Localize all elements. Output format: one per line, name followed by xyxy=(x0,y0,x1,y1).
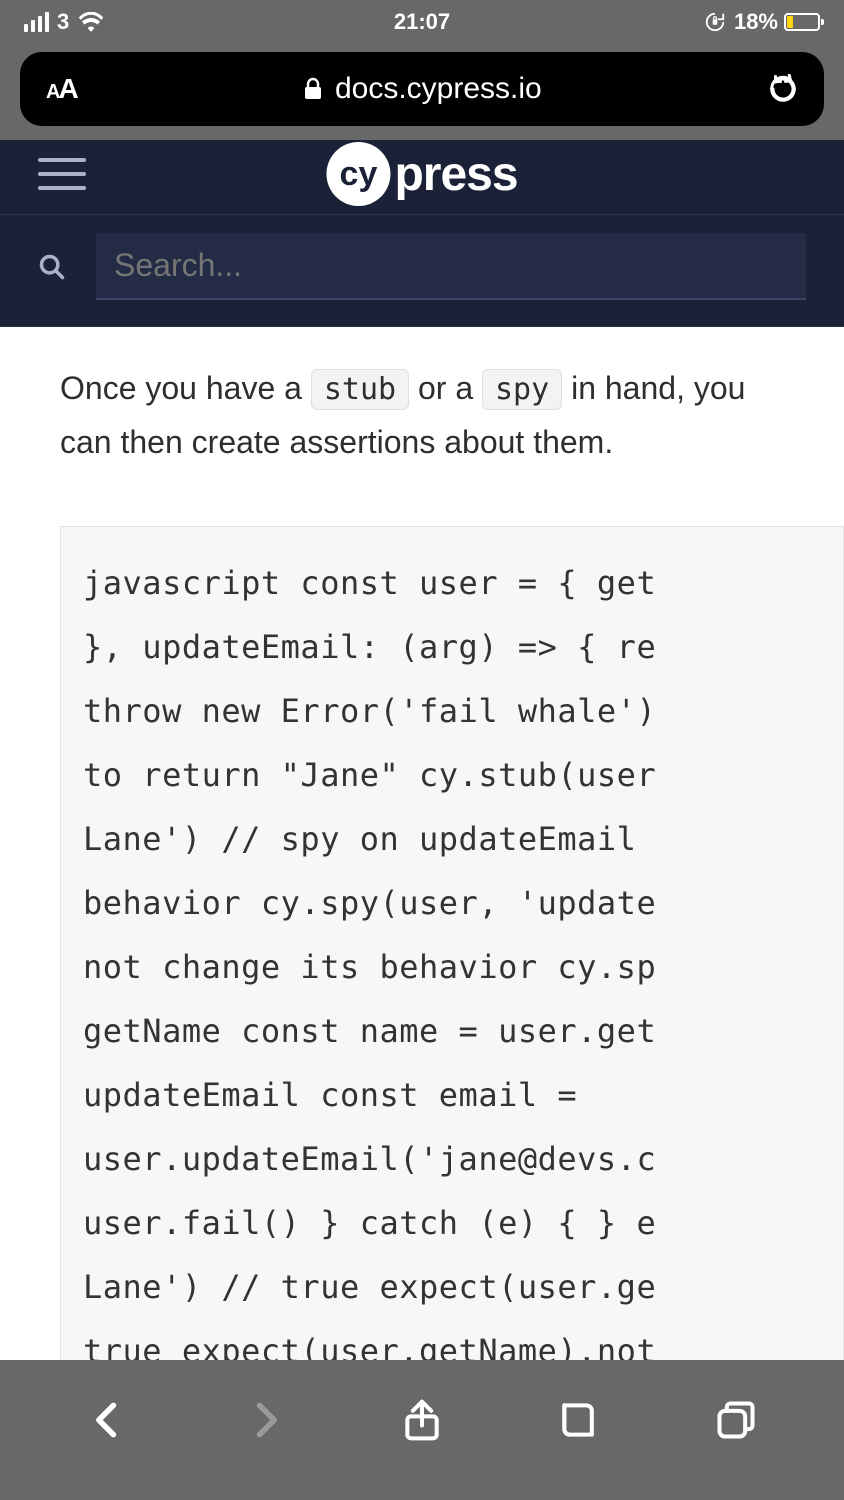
safari-address-bar: AA docs.cypress.io xyxy=(0,44,844,140)
battery-indicator: 18% xyxy=(734,9,820,35)
lock-icon xyxy=(303,77,323,101)
rotation-lock-icon xyxy=(704,11,726,33)
safari-toolbar xyxy=(0,1360,844,1500)
logo[interactable]: cy press xyxy=(326,142,517,206)
logo-text: press xyxy=(394,147,517,202)
intro-text-mid: or a xyxy=(409,370,482,406)
intro-paragraph: Once you have a stub or a spy in hand, y… xyxy=(60,361,844,470)
logo-badge: cy xyxy=(326,142,390,206)
code-block[interactable]: javascript const user = { get }, updateE… xyxy=(60,526,844,1472)
text-size-button[interactable]: AA xyxy=(46,73,77,105)
battery-pct-label: 18% xyxy=(734,9,778,35)
reload-icon[interactable] xyxy=(768,74,798,104)
tabs-button[interactable] xyxy=(714,1398,758,1442)
site-nav: cy press xyxy=(0,140,844,327)
search-input[interactable] xyxy=(96,233,806,300)
address-field[interactable]: docs.cypress.io xyxy=(303,72,542,106)
page-content: Once you have a stub or a spy in hand, y… xyxy=(0,327,844,1472)
signal-bars-icon xyxy=(24,12,49,32)
forward-button[interactable] xyxy=(243,1398,287,1442)
share-button[interactable] xyxy=(400,1398,444,1442)
url-text: docs.cypress.io xyxy=(335,72,542,106)
back-button[interactable] xyxy=(86,1398,130,1442)
wifi-icon xyxy=(77,12,105,32)
spy-code-chip: spy xyxy=(482,369,562,410)
ios-status-bar: 3 21:07 18% xyxy=(0,0,844,44)
bookmarks-button[interactable] xyxy=(557,1398,601,1442)
stub-code-chip: stub xyxy=(311,369,409,410)
clock: 21:07 xyxy=(394,9,450,35)
carrier-label: 3 xyxy=(57,9,69,35)
menu-button[interactable] xyxy=(38,158,86,190)
search-icon xyxy=(38,253,66,281)
intro-text-pre: Once you have a xyxy=(60,370,311,406)
